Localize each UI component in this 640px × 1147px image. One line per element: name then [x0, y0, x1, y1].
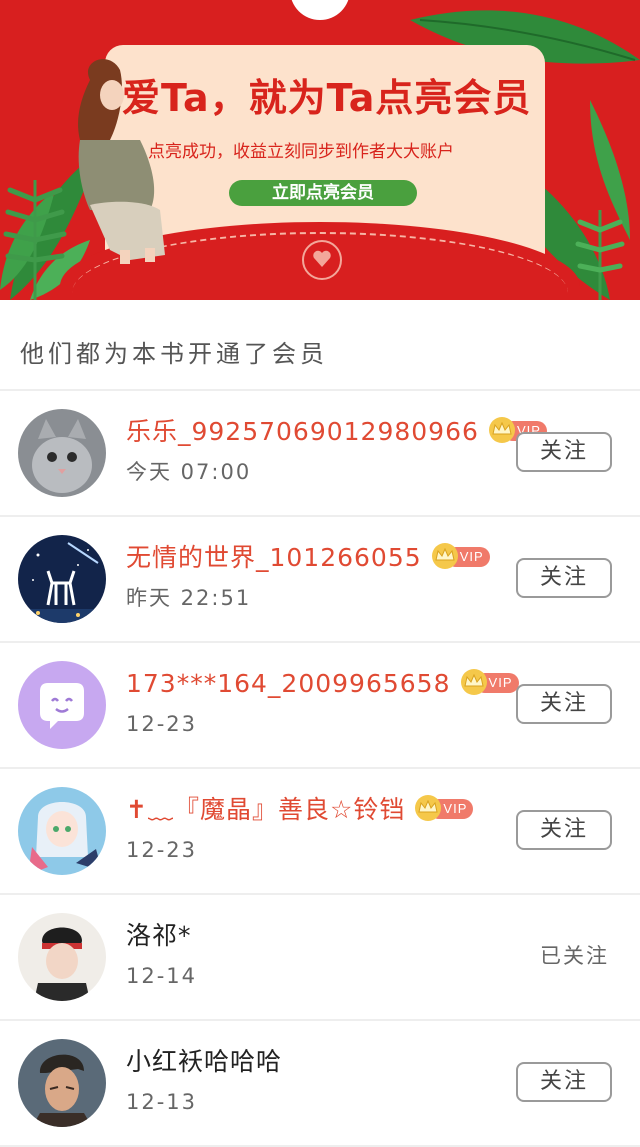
member-name[interactable]: ✝﹏『魔晶』善良☆铃铛 VIP — [126, 793, 474, 827]
activate-vip-button[interactable]: 立即点亮会员 — [229, 180, 417, 206]
avatar[interactable] — [18, 661, 106, 749]
member-time: 昨天 22:51 — [126, 586, 252, 610]
member-time: 12-14 — [126, 964, 198, 988]
member-name-text[interactable]: 无情的世界_101266055 — [126, 543, 422, 572]
vip-badge: VIP — [415, 795, 474, 821]
member-name-text[interactable]: 乐乐_9925706901298096​6 — [126, 417, 479, 446]
list-item[interactable]: 洛祁* 12-14 已关注 — [0, 895, 640, 1021]
crown-icon — [488, 417, 515, 443]
follow-button[interactable]: 关注 — [516, 432, 612, 472]
member-name-text[interactable]: ✝﹏『魔晶』善良☆铃铛 — [126, 795, 405, 824]
list-item[interactable]: 无情的世界_101266055 VIP 昨天 22:51 关注 — [0, 517, 640, 643]
avatar[interactable] — [18, 409, 106, 497]
crown-icon — [431, 543, 458, 569]
banner-subtitle: 点亮成功，收益立刻同步到作者大大账户 — [148, 142, 454, 162]
list-item[interactable]: 173***164_2009965658 VIP 12-23 关注 — [0, 643, 640, 769]
avatar[interactable] — [18, 535, 106, 623]
avatar[interactable] — [18, 913, 106, 1001]
section-title: 他们都为本书开通了会员 — [20, 340, 328, 368]
member-time: 今天 07:00 — [126, 460, 252, 484]
member-name-text[interactable]: 小红袄哈哈哈 — [126, 1047, 282, 1076]
follow-button[interactable]: 关注 — [516, 1062, 612, 1102]
follow-button[interactable]: 关注 — [516, 810, 612, 850]
member-name[interactable]: 173***164_2009965658 VIP — [126, 667, 519, 701]
member-time: 12-23 — [126, 712, 198, 736]
banner-notch — [290, 0, 350, 20]
followed-status[interactable]: 已关注 — [540, 941, 620, 971]
member-name-text[interactable]: 173***164_2009965658 — [126, 669, 451, 698]
member-name-text[interactable]: 洛祁* — [126, 921, 192, 950]
member-name[interactable]: 乐乐_9925706901298096​6 VIP — [126, 415, 547, 449]
promo-banner[interactable]: 爱Ta，就为Ta点亮会员 点亮成功，收益立刻同步到作者大大账户 立即点亮会员 — [0, 0, 640, 300]
crown-icon — [460, 669, 487, 695]
member-name[interactable]: 小红袄哈哈哈 — [126, 1045, 282, 1079]
member-name[interactable]: 无情的世界_101266055 VIP — [126, 541, 490, 575]
avatar[interactable] — [18, 787, 106, 875]
heart-seal-icon — [302, 240, 342, 280]
member-name[interactable]: 洛祁* — [126, 919, 192, 953]
follow-button[interactable]: 关注 — [516, 558, 612, 598]
member-time: 12-13 — [126, 1090, 198, 1114]
list-item[interactable]: 乐乐_9925706901298096​6 VIP 今天 07:00 关注 — [0, 391, 640, 517]
banner-title: 爱Ta，就为Ta点亮会员 — [122, 76, 532, 120]
vip-badge: VIP — [431, 543, 490, 569]
list-item[interactable]: ✝﹏『魔晶』善良☆铃铛 VIP 12-23 关注 — [0, 769, 640, 895]
vip-badge: VIP — [460, 669, 519, 695]
member-time: 12-23 — [126, 838, 198, 862]
member-list: 乐乐_9925706901298096​6 VIP 今天 07:00 关注 无情的… — [0, 391, 640, 1147]
list-item[interactable]: 小红袄哈哈哈 12-13 关注 — [0, 1021, 640, 1147]
avatar[interactable] — [18, 1039, 106, 1127]
follow-button[interactable]: 关注 — [516, 684, 612, 724]
